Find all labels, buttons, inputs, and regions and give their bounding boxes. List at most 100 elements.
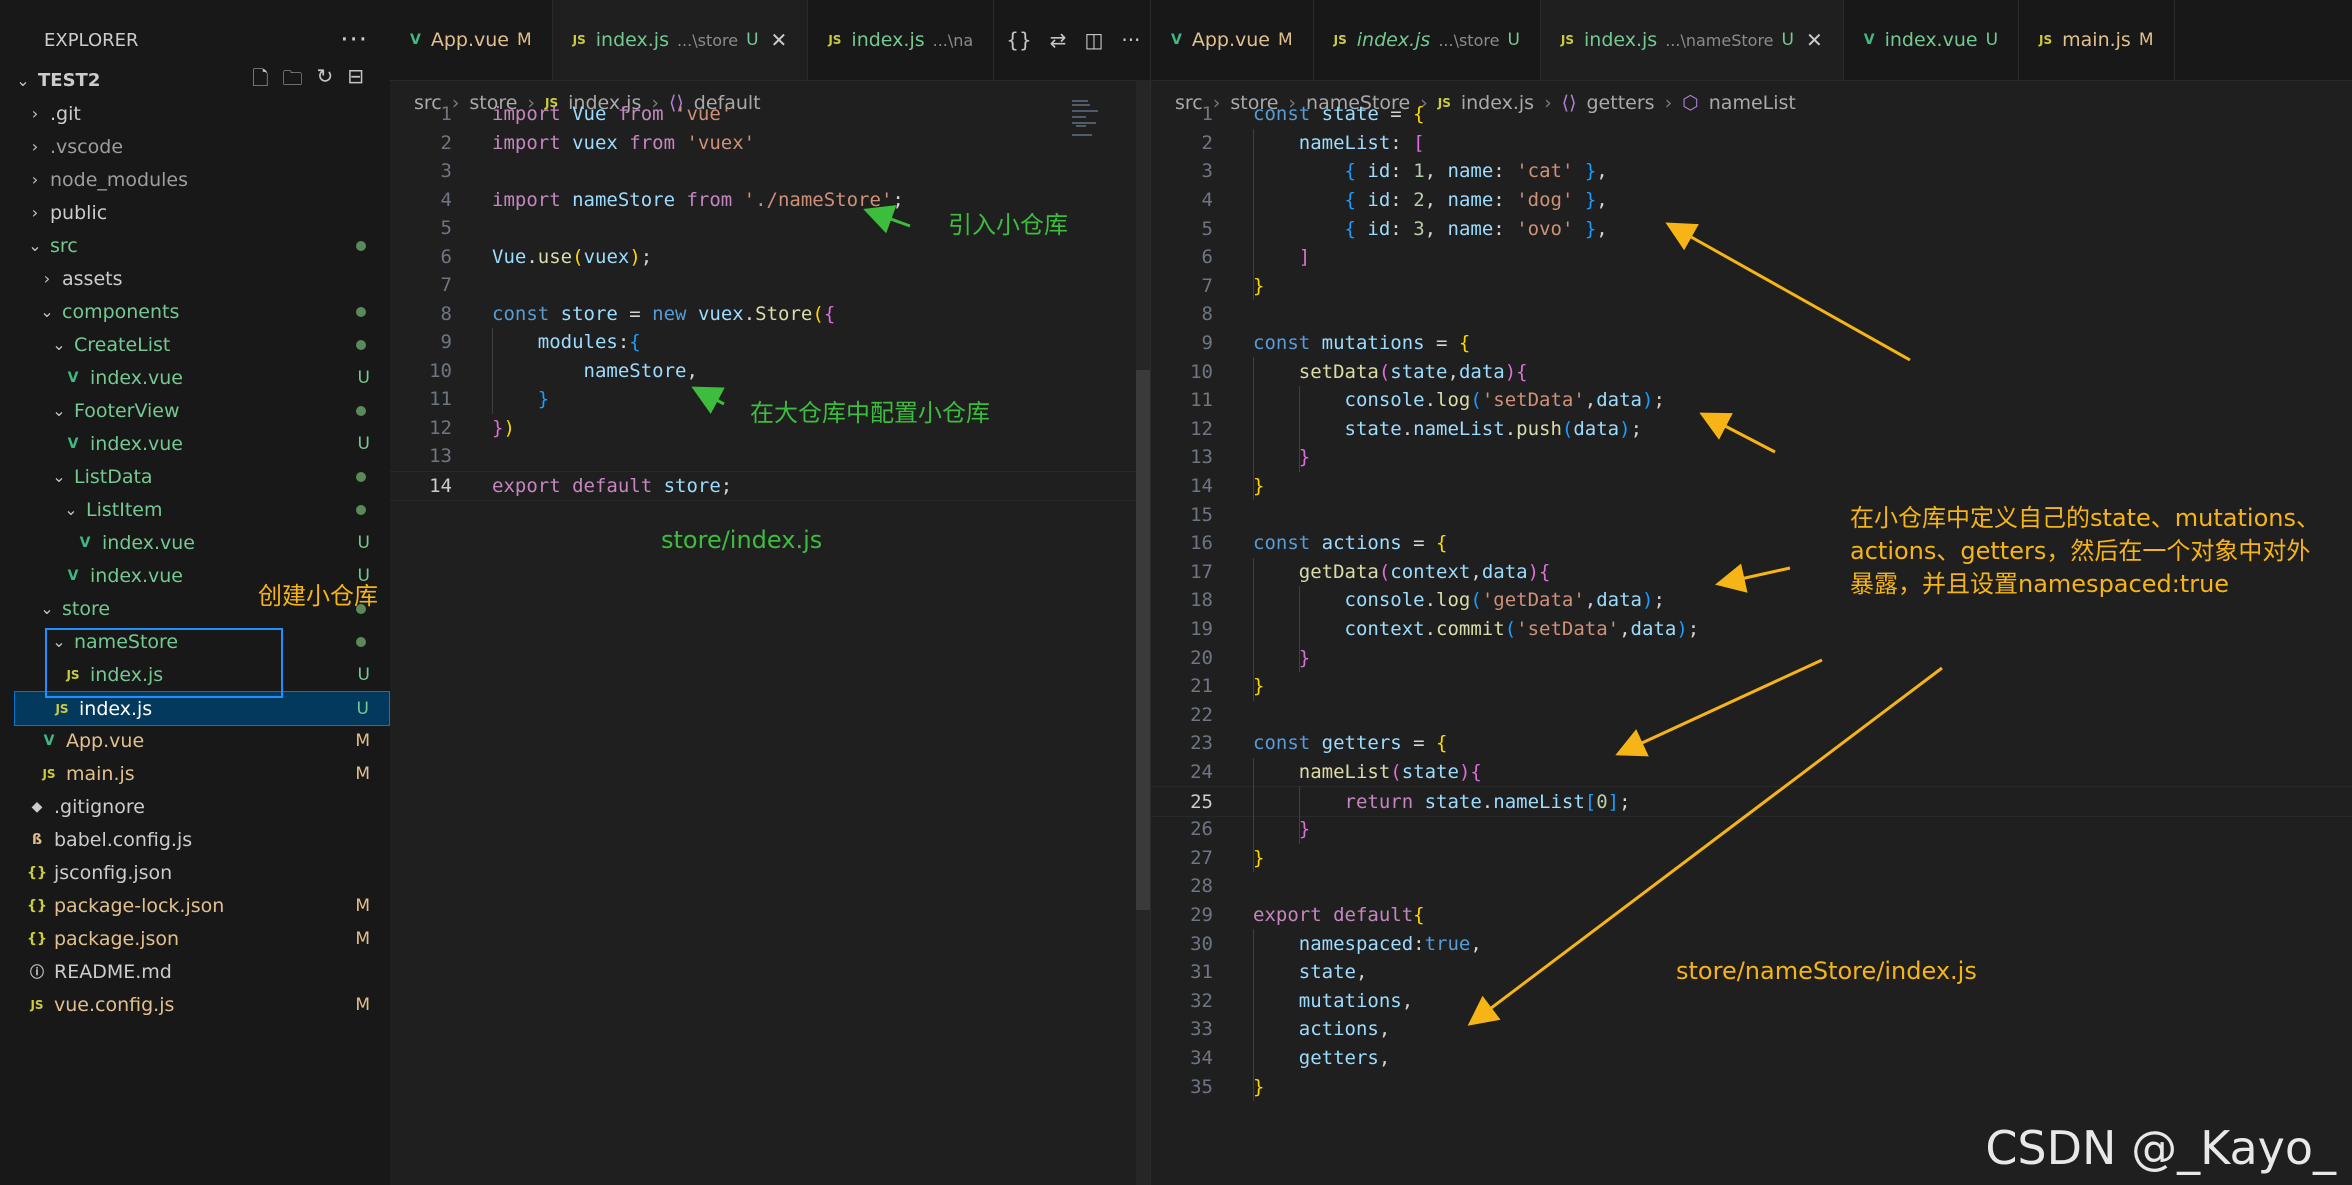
scrollbar-thumb-left[interactable] [1136, 370, 1150, 910]
tree-item[interactable]: ⌄ FooterView [14, 394, 390, 427]
code-token: ; [640, 245, 653, 268]
editor-tab[interactable]: JS index.js ...\na [808, 0, 995, 80]
code-token: } [1573, 189, 1597, 212]
editor-tab[interactable]: JS index.js ...\store U ✕ [552, 0, 809, 80]
tree-item[interactable]: {} jsconfig.json [14, 856, 390, 889]
code-text: const actions = { [1253, 532, 1448, 554]
minimap-left[interactable] [1070, 98, 1110, 138]
chevron-right-icon: › [31, 137, 39, 156]
tree-item[interactable]: JS main.js M [14, 757, 390, 790]
json-format-icon[interactable]: {} [1006, 28, 1031, 52]
editor-tab[interactable]: JS index.js ...\nameStore U ✕ [1540, 0, 1844, 80]
line-number: 12 [429, 416, 452, 439]
tree-item[interactable]: ⌄ ListItem [14, 493, 390, 526]
line-number: 17 [1190, 560, 1213, 583]
tree-item[interactable]: Vindex.vue U [14, 361, 390, 394]
code-token: , [1619, 618, 1631, 641]
code-token: } [1298, 646, 1311, 669]
more-actions-button[interactable]: ··· [340, 25, 368, 55]
editor-tab[interactable]: Vindex.vue U [1844, 0, 2020, 80]
tree-item-label: App.vue [66, 729, 145, 752]
code-token: const [1253, 732, 1322, 755]
code-token: } [1298, 818, 1311, 841]
code-text: context.commit('setData',data); [1253, 618, 1700, 641]
code-line: 23 const getters = { [1151, 729, 2352, 758]
code-token: , [1424, 189, 1448, 212]
tree-item[interactable]: V App.vue M [14, 724, 390, 757]
line-number: 29 [1190, 904, 1213, 927]
tree-item[interactable]: › .git [14, 97, 390, 130]
line-number: 7 [1201, 274, 1213, 297]
tab-bar-right: V App.vue M JS index.js ...\store U JS index.js.… [1151, 0, 2352, 81]
line-number: 8 [440, 302, 452, 325]
code-token: name [1447, 217, 1494, 240]
tree-item[interactable]: ⓘ README.md [14, 955, 390, 988]
compare-changes-icon[interactable]: ⇄ [1050, 28, 1067, 52]
code-token: ( [1378, 360, 1391, 383]
tree-item-label: main.js [66, 762, 135, 785]
code-line: 13 } [1151, 443, 2352, 472]
code-token: ( [572, 245, 584, 268]
collapse-all-icon[interactable]: ⊟ [347, 64, 364, 98]
code-token: , [1424, 217, 1448, 240]
split-editor-icon[interactable]: ◫ [1084, 28, 1103, 52]
tree-item[interactable]: ⌄ src [14, 229, 390, 262]
indent-guide [1299, 586, 1300, 672]
editor-tab[interactable]: V App.vue M [390, 0, 553, 80]
code-token: ) [1642, 589, 1654, 612]
code-text: nameStore, [492, 360, 698, 382]
refresh-icon[interactable]: ↻ [316, 64, 333, 98]
code-token: ( [1378, 560, 1391, 583]
tree-item[interactable]: › .vscode [14, 130, 390, 163]
tree-item[interactable]: Vindex.vue U [14, 526, 390, 559]
code-token: const [1253, 332, 1322, 355]
tree-item[interactable]: ß babel.config.js [14, 823, 390, 856]
chevron-down-icon: ⌄ [52, 335, 66, 354]
tree-item[interactable]: JS vue.config.js M [14, 988, 390, 1021]
code-token: { [1413, 103, 1425, 126]
tree-item[interactable]: ◆ .gitignore [14, 790, 390, 823]
vue-file-icon: V [43, 732, 55, 749]
code-text: } [492, 388, 549, 410]
more-actions-icon[interactable]: ··· [1121, 28, 1140, 52]
editor-tab[interactable]: JS index.js ...\store U [1314, 0, 1541, 80]
new-folder-icon[interactable]: 🗀 [282, 64, 302, 98]
code-text: } [1253, 647, 1310, 669]
code-token: state [1424, 790, 1482, 813]
tree-item[interactable]: › node_modules [14, 163, 390, 196]
js-file-icon: JS [828, 33, 842, 47]
line-number: 26 [1190, 818, 1213, 841]
tree-root-test2[interactable]: ⌄ TEST2 🗋 🗀 ↻ ⊟ [14, 64, 390, 97]
tree-item[interactable]: {} package.json M [14, 922, 390, 955]
tree-item[interactable]: ⌄ CreateList [14, 328, 390, 361]
code-token: : [617, 331, 630, 354]
line-number: 8 [1201, 303, 1213, 326]
new-file-icon[interactable]: 🗋 [252, 64, 268, 98]
code-line: 5 { id: 3, name: 'ovo' }, [1151, 214, 2352, 243]
code-token: } [492, 416, 504, 439]
close-icon[interactable]: ✕ [771, 28, 788, 52]
tree-item[interactable]: › assets [14, 262, 390, 295]
tree-item[interactable]: › public [14, 196, 390, 229]
code-token: data [1573, 417, 1620, 440]
tree-item[interactable]: ⌄ components [14, 295, 390, 328]
code-line: 3 [390, 157, 1150, 186]
code-token: = [1390, 103, 1414, 126]
code-line: 28 [1151, 872, 2352, 901]
tree-item[interactable]: Vindex.vue U [14, 427, 390, 460]
editor-tab[interactable]: V App.vue M [1151, 0, 1314, 80]
code-token: ; [1619, 790, 1631, 813]
editor-tab[interactable]: JS main.js M [2019, 0, 2175, 80]
tree-item[interactable]: {} package-lock.json M [14, 889, 390, 922]
tree-item[interactable]: ⌄ ListData [14, 460, 390, 493]
line-number: 14 [1190, 475, 1213, 498]
code-token: 'vue' [675, 103, 733, 126]
annotation-define-line2: actions、getters，然后在一个对象中对外 [1850, 537, 2311, 565]
code-token: true [1424, 932, 1471, 955]
code-token: id [1367, 217, 1391, 240]
close-icon[interactable]: ✕ [1806, 28, 1823, 52]
code-text: console.log('getData',data); [1253, 589, 1665, 611]
